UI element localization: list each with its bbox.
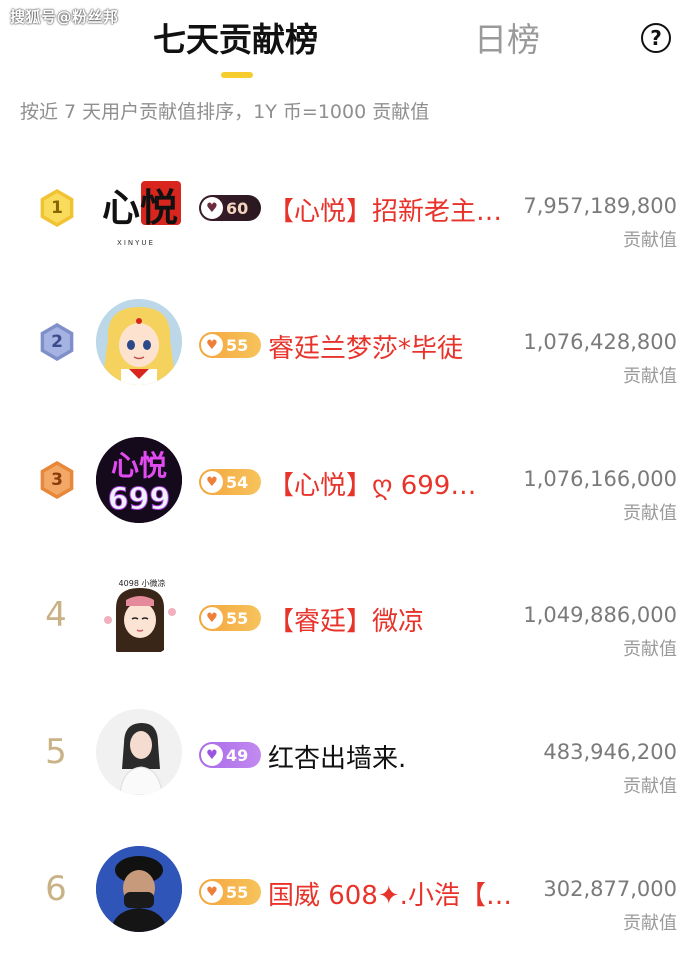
tab-daily-rank[interactable]: 日榜: [474, 20, 540, 60]
rank-row-6[interactable]: 6 ♥ 55 国威 608✦.小浩【… 302,877,000 贡献值: [0, 832, 699, 952]
heart-shield-icon: ♥: [201, 471, 223, 493]
contribution-value: 483,946,200: [543, 740, 677, 764]
contribution-value: 7,957,189,800: [523, 194, 677, 218]
user-name[interactable]: 国威 608✦.小浩【…: [268, 875, 512, 912]
contribution-value: 1,049,886,000: [523, 603, 677, 627]
svg-text:XINYUE: XINYUE: [117, 239, 155, 247]
level-badge: ♥ 55: [199, 879, 261, 905]
rank-number: 4: [45, 595, 67, 635]
avatar[interactable]: [96, 846, 182, 932]
user-name[interactable]: 睿廷兰梦莎*毕徒: [268, 328, 463, 365]
contribution-label: 贡献值: [623, 230, 677, 251]
contribution-value: 1,076,428,800: [523, 330, 677, 354]
rank-row-3[interactable]: 3 心悦 699 ♥ 54 【心悦】ღ 699… 1,076,166,000 贡…: [0, 422, 699, 542]
help-icon[interactable]: ?: [641, 23, 671, 53]
xinyue-logo-icon: 心悦 XINYUE: [102, 181, 181, 247]
contribution-label: 贡献值: [623, 503, 677, 524]
avatar[interactable]: 心悦 XINYUE: [96, 165, 186, 251]
svg-text:4098 小微凉: 4098 小微凉: [119, 578, 166, 588]
level-badge: ♥ 54: [199, 469, 261, 495]
level-badge: ♥ 49: [199, 742, 261, 768]
rank-row-5[interactable]: 5 ♥ 49 红杏出墙来. 483,946,200 贡献值: [0, 695, 699, 815]
rank-badge-bronze-icon: 3: [40, 461, 74, 499]
level-badge: ♥ 55: [199, 605, 261, 631]
avatar[interactable]: [96, 299, 182, 385]
rank-number: 5: [45, 732, 67, 772]
heart-shield-icon: ♥: [201, 197, 223, 219]
heart-shield-icon: ♥: [201, 744, 223, 766]
woman-photo-avatar-icon: [96, 709, 182, 795]
user-name[interactable]: 【心悦】招新老主…: [268, 191, 502, 228]
user-name[interactable]: 【睿廷】微凉: [268, 601, 424, 638]
user-name[interactable]: 【心悦】ღ 699…: [268, 465, 476, 502]
contribution-label: 贡献值: [623, 366, 677, 387]
xinyue-699-avatar-icon: 心悦 699: [96, 437, 182, 523]
tab-seven-day-rank[interactable]: 七天贡献榜: [153, 20, 318, 60]
svg-text:心悦: 心悦: [102, 185, 178, 230]
rank-badge-silver-icon: 2: [40, 323, 74, 361]
tab-active-indicator: [221, 72, 253, 78]
rank-row-4[interactable]: 4 4098 小微凉 ♥ 55 【睿廷】微凉 1,049,886,000 贡献值: [0, 558, 699, 678]
user-name[interactable]: 红杏出墙来.: [268, 738, 406, 775]
contribution-value: 1,076,166,000: [523, 467, 677, 491]
contribution-label: 贡献值: [623, 639, 677, 660]
svg-text:心悦: 心悦: [111, 449, 167, 482]
svg-text:699: 699: [108, 482, 171, 517]
rank-badge-gold-icon: 1: [40, 189, 74, 227]
anime-girl-avatar-icon: [96, 299, 182, 385]
masked-man-avatar-icon: [96, 846, 182, 932]
level-badge: ♥ 60: [199, 195, 261, 221]
rank-description: 按近 7 天用户贡献值排序，1Y 币=1000 贡献值: [20, 101, 430, 123]
level-badge: ♥ 55: [199, 332, 261, 358]
rank-row-2[interactable]: 2 ♥ 55 睿廷兰梦莎*毕徒 1,076,428,800 贡献值: [0, 285, 699, 405]
cartoon-girl-avatar-icon: 4098 小微凉: [96, 572, 182, 658]
avatar[interactable]: 4098 小微凉: [96, 572, 182, 658]
rank-number: 6: [45, 869, 67, 909]
heart-shield-icon: ♥: [201, 881, 223, 903]
rank-row-1[interactable]: 1 心悦 XINYUE ♥ 60 【心悦】招新老主… 7,957,189,800…: [0, 148, 699, 268]
avatar[interactable]: 心悦 699: [96, 437, 182, 523]
avatar[interactable]: [96, 709, 182, 795]
contribution-value: 302,877,000: [543, 877, 677, 901]
heart-shield-icon: ♥: [201, 334, 223, 356]
heart-shield-icon: ♥: [201, 607, 223, 629]
contribution-label: 贡献值: [623, 776, 677, 797]
contribution-label: 贡献值: [623, 913, 677, 934]
tab-bar: 七天贡献榜 日榜 ?: [0, 0, 699, 90]
